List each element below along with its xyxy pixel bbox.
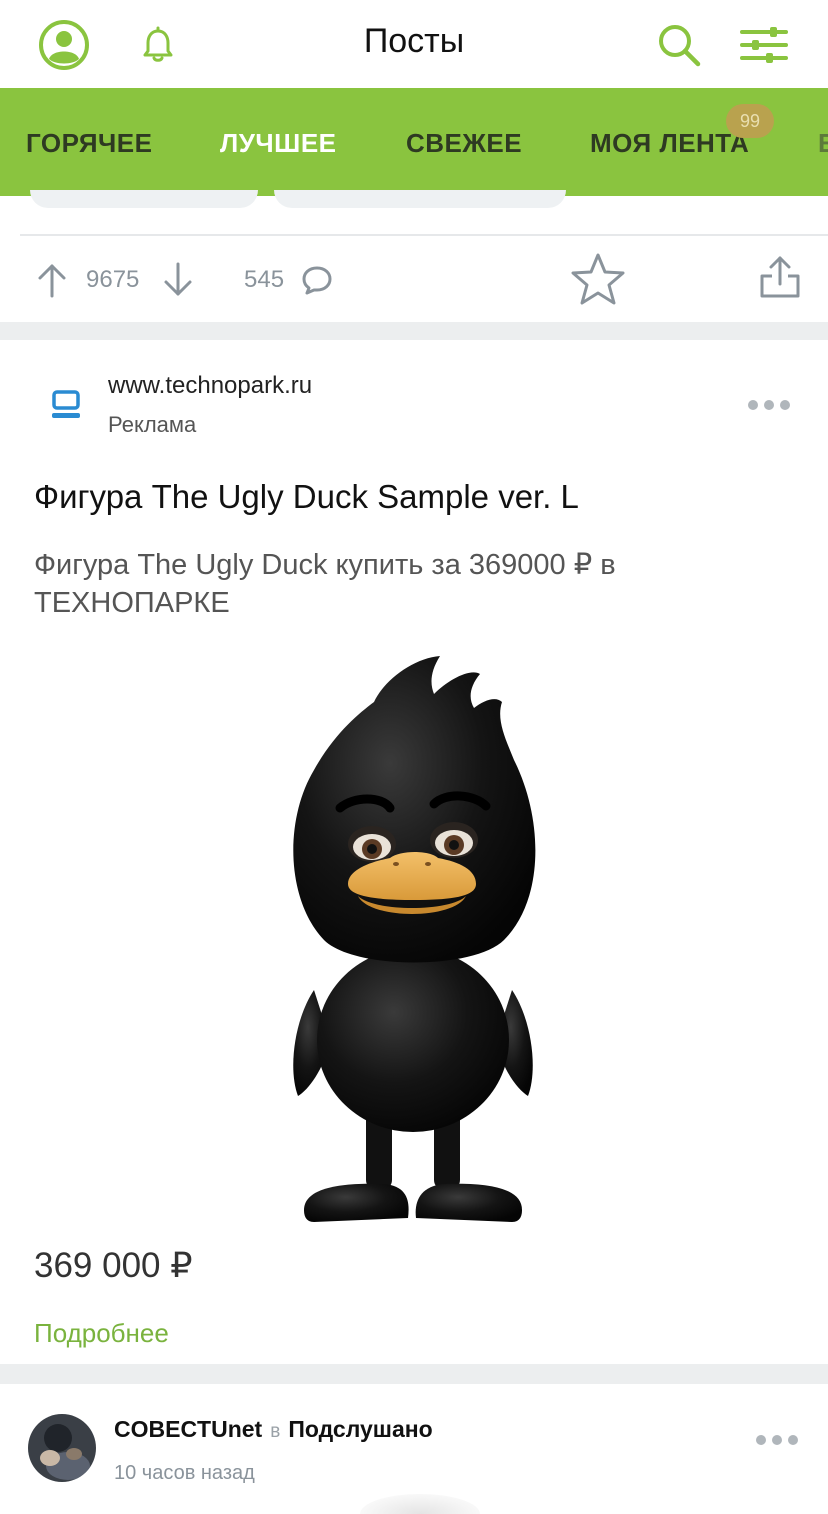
feed-tabs: ГОРЯЧЕЕ ЛУЧШЕЕ СВЕЖЕЕ МОЯ ЛЕНТА 99 Е (0, 88, 828, 196)
post-time: 10 часов назад (114, 1462, 255, 1484)
tab-best[interactable]: ЛУЧШЕЕ (220, 128, 337, 159)
sliders-icon[interactable] (740, 24, 788, 66)
more-details-link[interactable]: Подробнее (34, 1318, 169, 1349)
ad-source-url[interactable]: www.technopark.ru (108, 372, 312, 400)
ad-title[interactable]: Фигура The Ugly Duck Sample ver. L (34, 478, 579, 516)
tag-chip[interactable] (30, 190, 258, 208)
in-label: в (270, 1421, 281, 1442)
post-separator (0, 1364, 828, 1384)
post-image-preview (360, 1494, 480, 1514)
post-separator (0, 322, 828, 340)
feed-count-badge: 99 (726, 104, 774, 138)
product-price: 369 000 ₽ (34, 1246, 193, 1285)
laptop-icon (52, 390, 80, 418)
tag-chip[interactable] (274, 190, 566, 208)
star-icon[interactable] (570, 252, 626, 306)
community-name[interactable]: Подслушано (288, 1416, 432, 1442)
comment-count[interactable]: 545 (244, 266, 284, 294)
tab-overflow[interactable]: Е (818, 128, 828, 159)
ad-label: Реклама (108, 412, 197, 437)
duck-figure-image[interactable] (274, 650, 554, 1230)
page-title: Посты (363, 22, 465, 60)
upvote-icon[interactable] (36, 262, 68, 298)
comment-icon[interactable] (300, 264, 334, 296)
more-options-icon[interactable] (748, 400, 790, 410)
tab-hot[interactable]: ГОРЯЧЕЕ (26, 128, 152, 159)
share-icon[interactable] (758, 254, 802, 300)
downvote-icon[interactable] (162, 262, 194, 298)
author-name[interactable]: COBECTUnet (114, 1416, 262, 1442)
top-bar: Посты (0, 0, 828, 88)
tab-fresh[interactable]: СВЕЖЕЕ (406, 128, 522, 159)
avatar[interactable] (28, 1414, 96, 1482)
post-author-line: COBECTUnet в Подслушано (114, 1416, 433, 1443)
tab-my-feed[interactable]: МОЯ ЛЕНТА (590, 128, 749, 159)
post-actions: 9675 545 (0, 236, 828, 322)
upvote-count: 9675 (86, 266, 140, 293)
search-icon[interactable] (656, 22, 702, 68)
ad-description: Фигура The Ugly Duck купить за 369000 ₽ … (34, 549, 616, 619)
more-options-icon[interactable] (756, 1435, 798, 1445)
